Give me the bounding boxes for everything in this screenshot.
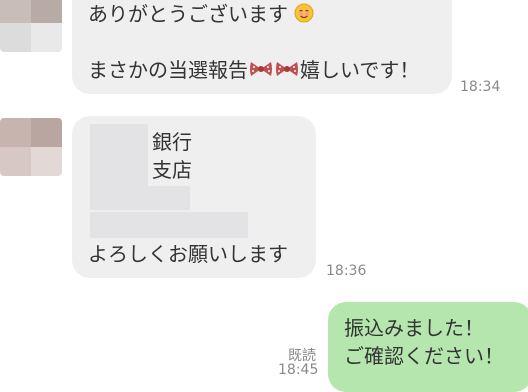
message-line: 嬉しいです！ (300, 58, 420, 82)
redacted-text (90, 212, 248, 238)
redacted-text (90, 158, 148, 186)
ribbon-bow-icon (274, 58, 300, 85)
bank-label: 銀行 (152, 130, 192, 154)
smiling-face-emoji-icon (294, 3, 314, 28)
message-text: まさかの当選報告 嬉しいです！ (88, 58, 419, 85)
redacted-text (90, 186, 190, 210)
message-text: ご確認ください！ (344, 344, 504, 368)
message-text: よろしくお願いします (88, 242, 288, 266)
message-line: ありがとうございます (88, 2, 288, 26)
message-line: まさかの当選報告 (88, 58, 248, 82)
redacted-text (90, 124, 148, 158)
message-text: ありがとうございます (88, 2, 314, 28)
avatar[interactable] (0, 0, 62, 52)
message-timestamp: 18:34 (460, 79, 501, 95)
avatar[interactable] (0, 118, 62, 176)
branch-label: 支店 (152, 158, 192, 182)
message-timestamp: 18:36 (326, 263, 367, 279)
message-timestamp: 18:45 (278, 362, 319, 378)
message-text: 振込みました！ (344, 316, 484, 340)
ribbon-bow-icon (248, 58, 274, 85)
